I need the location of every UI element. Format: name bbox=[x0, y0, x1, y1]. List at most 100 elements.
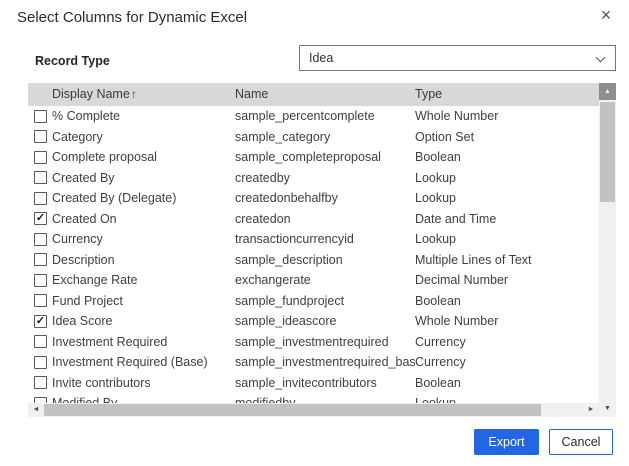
checkbox-cell bbox=[28, 355, 52, 369]
table-row[interactable]: Invite contributors sample_invitecontrib… bbox=[28, 373, 599, 394]
name-cell: createdon bbox=[235, 211, 291, 226]
name-cell: sample_ideascore bbox=[235, 314, 337, 329]
record-type-selected-value: Idea bbox=[309, 51, 334, 65]
table-row[interactable]: Description sample_description Multiple … bbox=[28, 250, 599, 271]
row-checkbox[interactable] bbox=[34, 171, 47, 185]
display-name-cell: Investment Required bbox=[52, 334, 168, 349]
row-checkbox[interactable] bbox=[34, 109, 47, 123]
checkbox-cell bbox=[28, 294, 52, 308]
type-cell: Option Set bbox=[415, 129, 475, 144]
table-row[interactable]: % Complete sample_percentcomplete Whole … bbox=[28, 106, 599, 127]
display-name-cell: Exchange Rate bbox=[52, 273, 138, 288]
type-cell: Boolean bbox=[415, 375, 461, 390]
checkbox-cell bbox=[28, 273, 52, 287]
table-row[interactable]: ✓ Idea Score sample_ideascore Whole Numb… bbox=[28, 311, 599, 332]
name-cell: sample_fundproject bbox=[235, 293, 345, 308]
scroll-up-icon[interactable]: ▲ bbox=[599, 83, 616, 100]
horizontal-scrollbar-thumb[interactable] bbox=[44, 404, 541, 416]
dialog-title: Select Columns for Dynamic Excel bbox=[17, 9, 248, 26]
display-name-cell: Created On bbox=[52, 211, 117, 226]
type-cell: Decimal Number bbox=[415, 273, 509, 288]
row-checkbox[interactable] bbox=[34, 294, 47, 308]
type-cell: Whole Number bbox=[415, 314, 499, 329]
type-cell: Boolean bbox=[415, 150, 461, 165]
table-row[interactable]: Investment Required (Base) sample_invest… bbox=[28, 352, 599, 373]
name-cell: createdby bbox=[235, 170, 290, 185]
checkbox-cell bbox=[28, 232, 52, 246]
header-type[interactable]: Type bbox=[415, 83, 599, 106]
name-cell: sample_investmentrequired_base bbox=[235, 355, 415, 370]
display-name-cell: Fund Project bbox=[52, 293, 123, 308]
type-cell: Lookup bbox=[415, 170, 457, 185]
table-row[interactable]: Modified By modifiedby Lookup bbox=[28, 393, 599, 403]
row-checkbox[interactable] bbox=[34, 355, 47, 369]
name-cell: exchangerate bbox=[235, 273, 311, 288]
table-row[interactable]: ✓ Created On createdon Date and Time bbox=[28, 209, 599, 230]
table-row[interactable]: Created By (Delegate) createdonbehalfby … bbox=[28, 188, 599, 209]
table-row[interactable]: Fund Project sample_fundproject Boolean bbox=[28, 291, 599, 312]
row-checkbox[interactable] bbox=[34, 130, 47, 144]
display-name-cell: Investment Required (Base) bbox=[52, 355, 208, 370]
checkbox-cell bbox=[28, 109, 52, 123]
table-row[interactable]: Currency transactioncurrencyid Lookup bbox=[28, 229, 599, 250]
scroll-left-icon[interactable]: ◄ bbox=[28, 403, 44, 417]
table-row[interactable]: Investment Required sample_investmentreq… bbox=[28, 332, 599, 353]
table-row[interactable]: Complete proposal sample_completeproposa… bbox=[28, 147, 599, 168]
close-icon[interactable]: × bbox=[595, 4, 617, 26]
checkbox-cell bbox=[28, 335, 52, 349]
select-columns-dialog: Select Columns for Dynamic Excel × Recor… bbox=[0, 0, 629, 466]
row-checkbox[interactable] bbox=[34, 335, 47, 349]
table-row[interactable]: Category sample_category Option Set bbox=[28, 127, 599, 148]
row-checkbox[interactable] bbox=[34, 191, 47, 205]
row-checkbox[interactable] bbox=[34, 150, 47, 164]
name-cell: sample_investmentrequired bbox=[235, 334, 389, 349]
row-checkbox[interactable]: ✓ bbox=[34, 314, 47, 328]
display-name-cell: Complete proposal bbox=[52, 150, 157, 165]
name-cell: sample_percentcomplete bbox=[235, 109, 375, 124]
name-cell: sample_completeproposal bbox=[235, 150, 381, 165]
display-name-cell: Idea Score bbox=[52, 314, 113, 329]
table-row[interactable]: Created By createdby Lookup bbox=[28, 168, 599, 189]
row-checkbox[interactable] bbox=[34, 232, 47, 246]
vertical-scrollbar-thumb[interactable] bbox=[600, 102, 615, 202]
header-display-name[interactable]: Display Name↑ bbox=[52, 83, 235, 106]
export-button[interactable]: Export bbox=[474, 429, 539, 455]
checkbox-cell bbox=[28, 150, 52, 164]
checkbox-cell bbox=[28, 171, 52, 185]
name-cell: sample_description bbox=[235, 252, 343, 267]
type-cell: Boolean bbox=[415, 293, 461, 308]
display-name-cell: Invite contributors bbox=[52, 375, 151, 390]
display-name-cell: % Complete bbox=[52, 109, 121, 124]
record-type-select[interactable]: Idea bbox=[299, 45, 616, 71]
checkbox-cell bbox=[28, 253, 52, 267]
name-cell: createdonbehalfby bbox=[235, 191, 338, 206]
checkbox-cell bbox=[28, 376, 52, 390]
table-row[interactable]: Exchange Rate exchangerate Decimal Numbe… bbox=[28, 270, 599, 291]
row-checkbox[interactable] bbox=[34, 253, 47, 267]
type-cell: Date and Time bbox=[415, 211, 497, 226]
display-name-cell: Currency bbox=[52, 232, 103, 247]
type-cell: Lookup bbox=[415, 191, 457, 206]
display-name-cell: Created By bbox=[52, 170, 115, 185]
record-type-label: Record Type bbox=[35, 54, 110, 68]
name-cell: modifiedby bbox=[235, 396, 415, 403]
type-cell: Lookup bbox=[415, 232, 457, 247]
chevron-down-icon bbox=[595, 52, 606, 63]
name-cell: sample_category bbox=[235, 129, 331, 144]
scroll-right-icon[interactable]: ► bbox=[583, 403, 599, 417]
row-checkbox[interactable]: ✓ bbox=[34, 212, 47, 226]
vertical-scrollbar[interactable]: ▲ ▼ bbox=[599, 83, 616, 417]
cancel-button[interactable]: Cancel bbox=[549, 429, 613, 455]
row-checkbox[interactable] bbox=[34, 376, 47, 390]
header-name[interactable]: Name bbox=[235, 83, 415, 106]
checkbox-cell: ✓ bbox=[28, 212, 52, 226]
horizontal-scrollbar[interactable]: ◄ ► bbox=[28, 403, 599, 417]
checkbox-cell bbox=[28, 191, 52, 205]
type-cell: Currency bbox=[415, 355, 466, 370]
display-name-cell: Category bbox=[52, 129, 103, 144]
scroll-down-icon[interactable]: ▼ bbox=[599, 401, 616, 417]
checkbox-cell bbox=[28, 130, 52, 144]
display-name-cell: Created By (Delegate) bbox=[52, 191, 177, 206]
row-checkbox[interactable] bbox=[34, 273, 47, 287]
type-cell: Whole Number bbox=[415, 109, 499, 124]
